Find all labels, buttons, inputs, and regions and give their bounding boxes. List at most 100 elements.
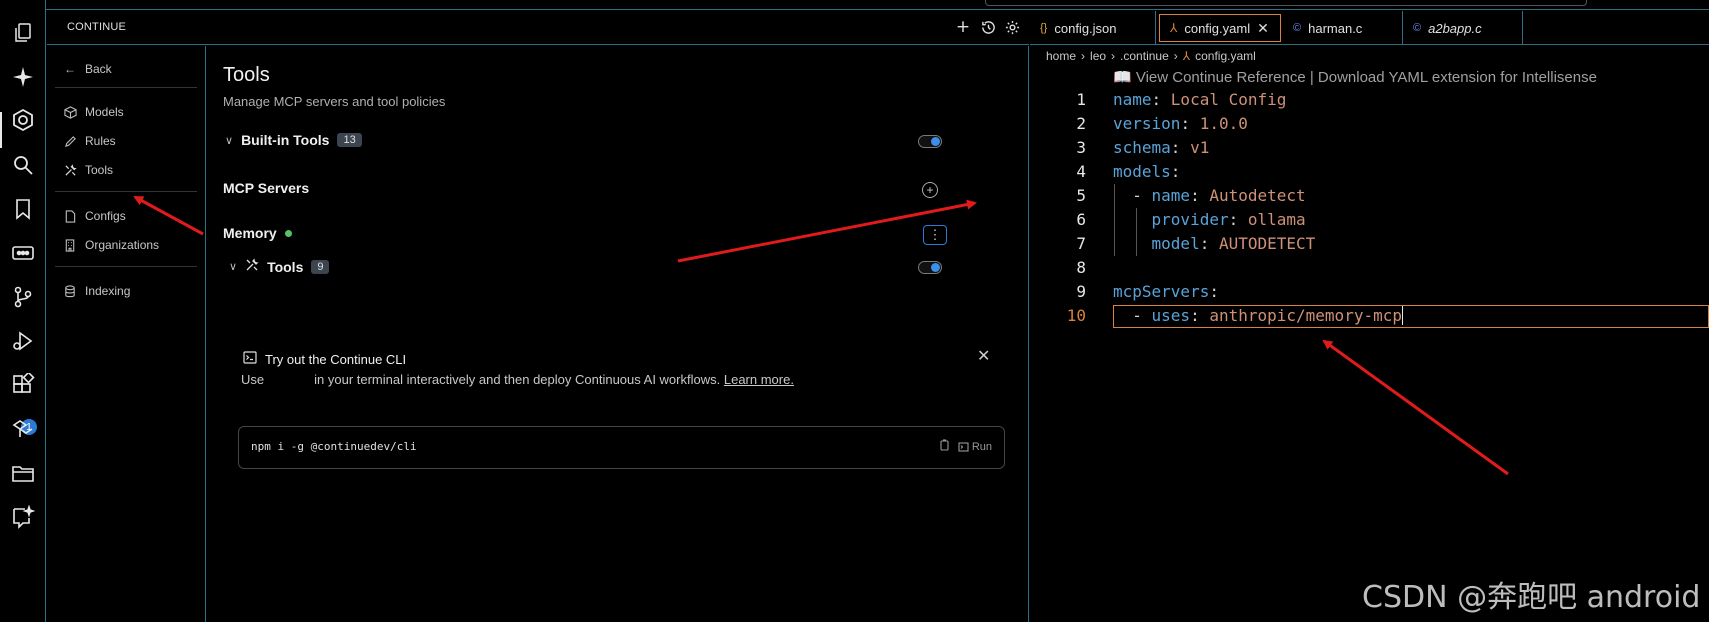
pencil-icon — [63, 134, 77, 148]
nav-divider — [55, 87, 197, 88]
cli-command: npm i -g @continuedev/cli — [251, 440, 417, 453]
tools-label: Tools — [85, 163, 114, 177]
tools-icon — [245, 258, 259, 275]
learn-more-link[interactable]: Learn more. — [724, 372, 794, 387]
rules-label: Rules — [85, 134, 116, 148]
cli-actions: Run — [939, 439, 992, 454]
code-line[interactable]: - name: Autodetect — [1113, 186, 1305, 205]
code-line[interactable]: model: AUTODETECT — [1113, 234, 1316, 253]
organizations-label: Organizations — [85, 238, 160, 252]
line-number: 3 — [1076, 138, 1086, 157]
nav-item-indexing[interactable]: Indexing — [63, 282, 130, 300]
add-mcp-server-button[interactable]: + — [922, 182, 938, 198]
breadcrumb-item[interactable]: .continue — [1120, 49, 1169, 63]
c-file-icon: © — [1293, 22, 1302, 34]
tab-config-json[interactable]: {} config.json — [1030, 11, 1156, 45]
gear-icon[interactable] — [1002, 17, 1022, 37]
nav-item-rules[interactable]: Rules — [63, 132, 116, 150]
builtin-tools-header[interactable]: ∨ Built-in Tools 13 — [225, 132, 362, 148]
nav-divider — [55, 266, 197, 267]
nav-divider — [55, 191, 197, 192]
code-line[interactable]: version: 1.0.0 — [1113, 114, 1248, 133]
code-lens[interactable]: 📖 View Continue Reference | Download YAM… — [1113, 68, 1597, 86]
chevron-right-icon: › — [1173, 49, 1178, 63]
memory-tools-toggle[interactable] — [918, 261, 942, 274]
close-tab-icon[interactable]: ✕ — [1257, 20, 1269, 37]
line-number: 4 — [1076, 162, 1086, 181]
breadcrumb-item[interactable]: home — [1046, 49, 1076, 63]
tab-label: harman.c — [1308, 20, 1363, 36]
line-number: 8 — [1076, 258, 1086, 277]
line-number: 9 — [1076, 282, 1086, 301]
search-icon[interactable] — [10, 152, 36, 178]
terminal-icon — [243, 351, 257, 367]
code-line[interactable]: schema: v1 — [1113, 138, 1209, 157]
building-icon — [63, 238, 77, 252]
line-number: 6 — [1076, 210, 1086, 229]
code-line[interactable]: models: — [1113, 162, 1180, 181]
breadcrumb-item[interactable]: leo — [1090, 49, 1106, 63]
memory-tools-count: 9 — [311, 259, 330, 274]
file-icon — [63, 209, 77, 223]
mcp-servers-header: MCP Servers — [223, 180, 309, 196]
watermark: CSDN @奔跑吧 android — [1362, 580, 1701, 615]
nav-item-configs[interactable]: Configs — [63, 207, 126, 225]
yaml-icon: ⅄ — [1182, 49, 1191, 63]
activity-bar: 1 — [0, 0, 46, 622]
tab-harman-c[interactable]: © harman.c — [1283, 11, 1403, 45]
page-subtitle: Manage MCP servers and tool policies — [223, 94, 446, 109]
memory-options-button[interactable]: ⋮ — [923, 225, 947, 245]
plus-icon[interactable]: + — [953, 17, 973, 37]
deploy-icon[interactable] — [10, 416, 36, 442]
memory-tools-header[interactable]: ∨ Tools 9 — [229, 258, 330, 275]
continue-icon[interactable] — [10, 107, 36, 133]
close-icon[interactable]: ✕ — [977, 346, 990, 366]
builtin-tools-label: Built-in Tools — [241, 132, 330, 148]
cli-card-title: Try out the Continue CLI — [243, 351, 406, 367]
folder-icon[interactable] — [10, 460, 36, 486]
memory-tools-label: Tools — [267, 258, 304, 275]
explorer-icon[interactable] — [10, 20, 36, 46]
memory-label: Memory — [223, 225, 277, 241]
history-icon[interactable] — [978, 17, 998, 37]
builtin-tools-toggle[interactable] — [918, 135, 942, 148]
nav-item-organizations[interactable]: Organizations — [63, 236, 159, 254]
code-line[interactable]: name: Local Config — [1113, 90, 1286, 109]
tools-panel: Tools Manage MCP servers and tool polici… — [207, 46, 1029, 622]
tab-a2bapp-c[interactable]: © a2bapp.c — [1403, 11, 1523, 45]
panel-title: CONTINUE — [67, 21, 127, 33]
back-button[interactable]: ← Back — [63, 60, 112, 78]
line-number: 1 — [1076, 90, 1086, 109]
ai-chat-icon[interactable] — [10, 504, 36, 530]
mcp-servers-label: MCP Servers — [223, 180, 310, 196]
code-line[interactable]: mcpServers: — [1113, 282, 1219, 301]
tab-config-yaml[interactable]: ⅄ config.yaml ✕ — [1159, 14, 1281, 42]
chevron-right-icon: › — [1111, 49, 1116, 63]
arrow-left-icon: ← — [64, 62, 76, 76]
breadcrumb-item[interactable]: config.yaml — [1195, 49, 1256, 63]
cli-desc-after: in your terminal interactively and then … — [314, 372, 721, 387]
tab-label: a2bapp.c — [1428, 20, 1482, 36]
chevron-down-icon: ∨ — [229, 261, 238, 273]
source-control-icon[interactable] — [10, 284, 36, 310]
line-number: 2 — [1076, 114, 1086, 133]
code-line[interactable]: provider: ollama — [1113, 210, 1306, 229]
breadcrumb: home › leo › .continue › ⅄ config.yaml — [1046, 46, 1256, 66]
run-debug-icon[interactable] — [10, 328, 36, 354]
bookmark-icon[interactable] — [10, 196, 36, 222]
line-number-current: 10 — [1066, 306, 1086, 325]
chevron-down-icon: ∨ — [225, 134, 234, 147]
sparkle-icon[interactable] — [10, 64, 36, 90]
cli-command-box: npm i -g @continuedev/cli Run — [238, 426, 1005, 469]
remote-icon[interactable] — [10, 240, 36, 266]
nav-item-tools[interactable]: Tools — [63, 161, 113, 179]
command-center[interactable] — [985, 0, 1587, 6]
continue-header: CONTINUE + — [47, 11, 1029, 45]
code-line[interactable]: - uses: anthropic/memory-mcp — [1113, 306, 1403, 325]
tab-label: config.yaml — [1184, 20, 1251, 36]
extensions-icon[interactable] — [10, 372, 36, 398]
copy-icon[interactable] — [939, 439, 950, 454]
run-button[interactable]: Run — [958, 441, 992, 453]
nav-item-models[interactable]: Models — [63, 103, 124, 121]
line-number: 7 — [1076, 234, 1086, 253]
